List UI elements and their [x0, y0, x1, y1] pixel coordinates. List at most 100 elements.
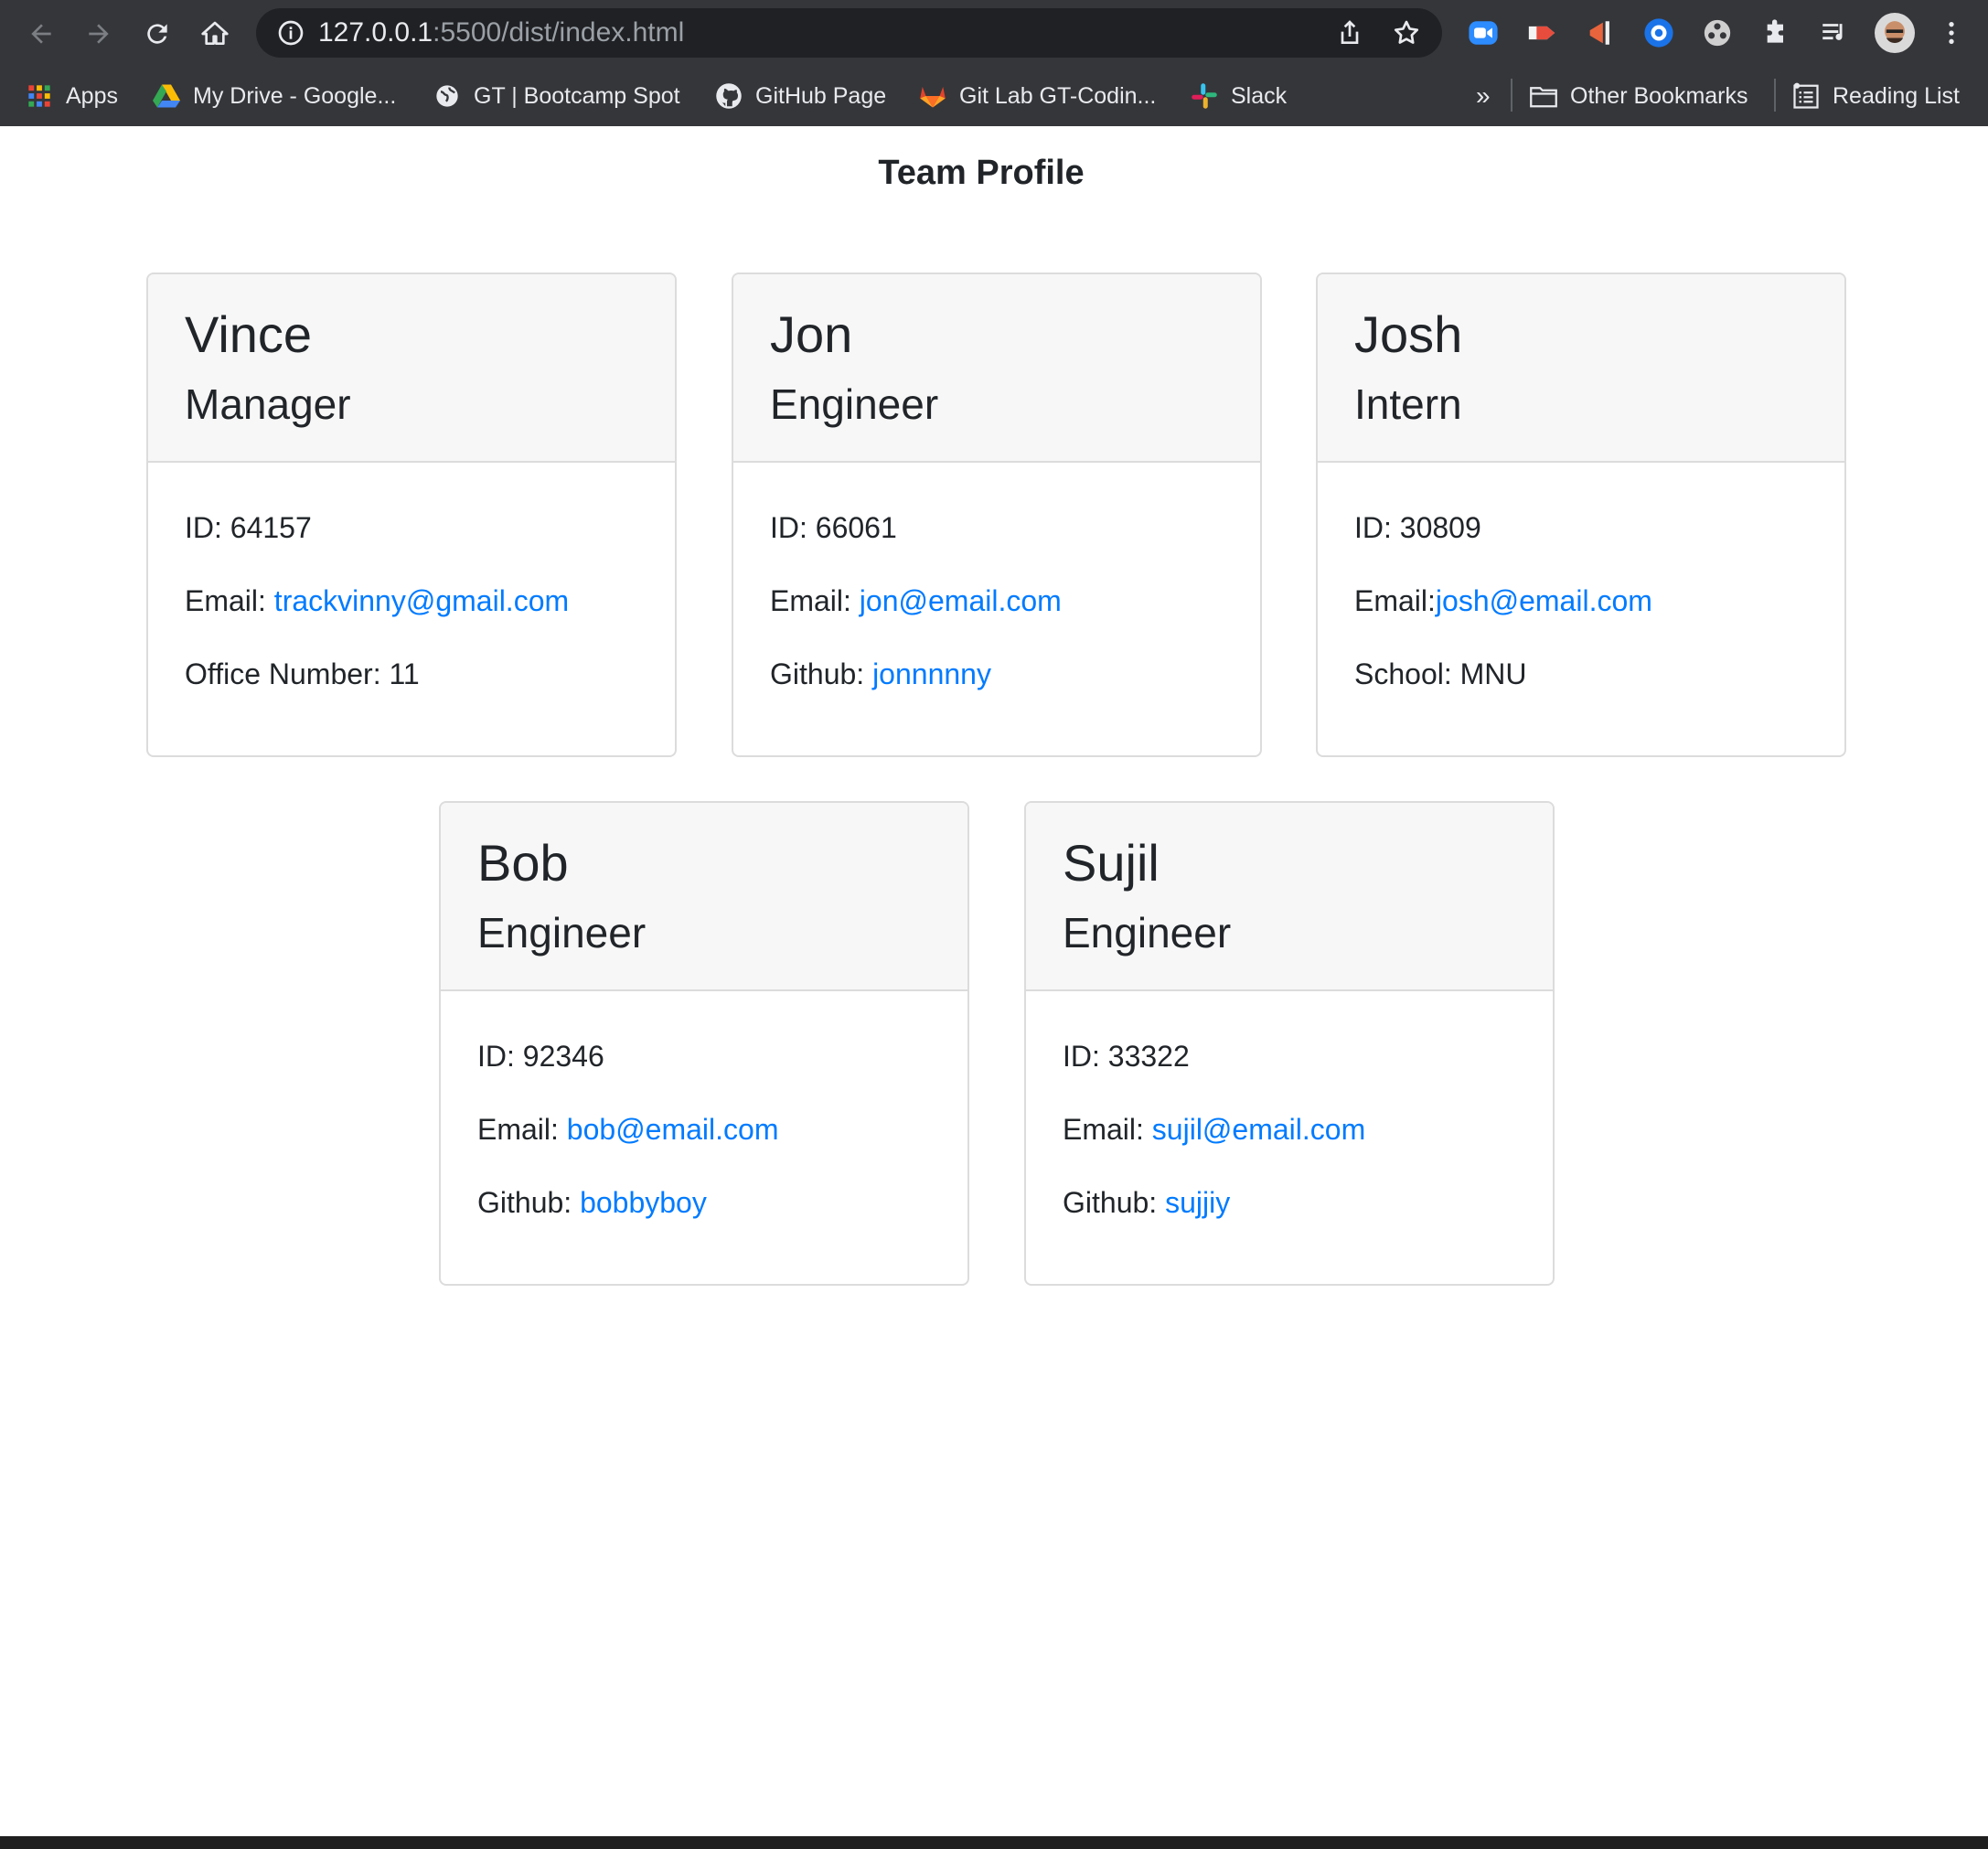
email-label: Email:	[1063, 1113, 1152, 1146]
member-email-row: Email: jon@email.com	[770, 576, 1260, 649]
slack-icon	[1191, 82, 1218, 110]
gitlab-icon	[919, 82, 946, 110]
browser-chrome: 127.0.0.1:5500/dist/index.html Apps My D…	[0, 0, 1988, 126]
screen-recorder-icon[interactable]	[1523, 15, 1560, 51]
email-link[interactable]: jon@email.com	[860, 584, 1062, 617]
bookmark-label: Other Bookmarks	[1570, 82, 1748, 109]
team-member-card: Sujil Engineer ID: 33322 Email: sujil@em…	[1024, 801, 1555, 1286]
bookmark-apps[interactable]: Apps	[26, 75, 118, 117]
bookmark-label: Slack	[1231, 82, 1288, 109]
bookmark-google-drive[interactable]: My Drive - Google...	[153, 75, 396, 117]
member-id: ID: 92346	[477, 1040, 604, 1073]
zoom-extension-icon[interactable]	[1465, 15, 1502, 51]
extension-flag-icon[interactable]	[1582, 15, 1619, 51]
arrow-left-icon	[31, 24, 51, 44]
github-link[interactable]: jonnnnny	[872, 657, 991, 690]
bookmark-github[interactable]: GitHub Page	[715, 75, 886, 117]
arrow-right-icon	[89, 24, 109, 44]
url-host: 127.0.0.1	[318, 17, 433, 48]
reading-list-button[interactable]: Reading List	[1792, 75, 1960, 117]
bookmark-slack[interactable]: Slack	[1191, 75, 1287, 117]
reload-button[interactable]	[134, 11, 180, 57]
member-role: Engineer	[770, 380, 939, 428]
member-name: Vince	[185, 305, 313, 363]
puzzle-extensions-icon[interactable]	[1758, 15, 1794, 51]
bookmark-label: GT | Bootcamp Spot	[474, 82, 680, 109]
email-link[interactable]: sujil@email.com	[1152, 1113, 1365, 1146]
reading-list-icon	[1792, 82, 1820, 110]
member-email-row: Email:josh@email.com	[1354, 576, 1844, 649]
card-header: Jon Engineer	[733, 274, 1260, 463]
email-link[interactable]: trackvinny@gmail.com	[274, 584, 569, 617]
share-icon[interactable]	[1335, 18, 1364, 48]
github-label: Github:	[477, 1186, 581, 1219]
team-member-card: Josh Intern ID: 30809 Email:josh@email.c…	[1316, 273, 1846, 757]
bookmark-gitlab[interactable]: Git Lab GT-Codin...	[919, 75, 1156, 117]
team-member-card: Jon Engineer ID: 66061 Email: jon@email.…	[732, 273, 1262, 757]
star-bookmark-icon[interactable]	[1392, 18, 1421, 48]
bookmark-label: GitHub Page	[755, 82, 887, 109]
card-body: ID: 64157 Email: trackvinny@gmail.com Of…	[148, 463, 675, 722]
member-github-row: Github: sujjiy	[1063, 1178, 1553, 1251]
school: School: MNU	[1354, 657, 1527, 690]
bookmark-bootcamp-spot[interactable]: GT | Bootcamp Spot	[433, 75, 680, 117]
folder-icon	[1530, 82, 1557, 110]
member-id: ID: 66061	[770, 511, 897, 544]
github-link[interactable]: sujjiy	[1165, 1186, 1230, 1219]
member-name: Jon	[770, 305, 853, 363]
bookmark-divider	[1511, 79, 1512, 112]
bookmark-divider	[1774, 79, 1776, 112]
card-body: ID: 92346 Email: bob@email.com Github: b…	[441, 991, 967, 1251]
apps-grid-icon	[26, 82, 53, 110]
email-label: Email:	[477, 1113, 567, 1146]
bookmark-label: My Drive - Google...	[193, 82, 397, 109]
window-bottom-edge	[0, 1836, 1988, 1849]
office-number: Office Number: 11	[185, 657, 420, 690]
card-header: Bob Engineer	[441, 803, 967, 991]
address-bar[interactable]: 127.0.0.1:5500/dist/index.html	[256, 8, 1442, 58]
card-header: Vince Manager	[148, 274, 675, 463]
github-icon	[715, 82, 743, 110]
member-github-row: Github: bobbyboy	[477, 1178, 967, 1251]
google-drive-icon	[153, 82, 180, 110]
browser-toolbar: 127.0.0.1:5500/dist/index.html	[0, 0, 1988, 68]
home-button[interactable]	[192, 11, 238, 57]
email-link[interactable]: josh@email.com	[1436, 584, 1652, 617]
member-role: Intern	[1354, 380, 1462, 428]
bookmark-label: Git Lab GT-Codin...	[959, 82, 1157, 109]
github-label: Github:	[770, 657, 873, 690]
media-queue-icon[interactable]	[1816, 15, 1853, 51]
member-email-row: Email: bob@email.com	[477, 1105, 967, 1178]
info-icon[interactable]	[276, 18, 305, 48]
film-reel-extension-icon[interactable]	[1699, 15, 1736, 51]
page-title: Team Profile	[878, 154, 1085, 192]
email-label: Email:	[1354, 584, 1436, 617]
url-text[interactable]: 127.0.0.1:5500/dist/index.html	[318, 8, 684, 58]
reload-icon	[147, 24, 167, 44]
profile-avatar[interactable]	[1875, 13, 1915, 53]
member-email-row: Email: trackvinny@gmail.com	[185, 576, 675, 649]
email-label: Email:	[770, 584, 860, 617]
bookmark-other-bookmarks[interactable]: Other Bookmarks	[1530, 75, 1748, 117]
bookmark-label: Apps	[66, 82, 118, 109]
circle-extension-icon[interactable]	[1641, 15, 1677, 51]
member-name: Josh	[1354, 305, 1463, 363]
member-role: Engineer	[477, 909, 647, 957]
team-member-card: Bob Engineer ID: 92346 Email: bob@email.…	[439, 801, 969, 1286]
member-id: ID: 64157	[185, 511, 312, 544]
globe-icon	[433, 82, 461, 110]
bookmarks-overflow-button[interactable]: »	[1476, 75, 1491, 117]
email-link[interactable]: bob@email.com	[567, 1113, 779, 1146]
bookmarks-bar: Apps My Drive - Google... GT | Bootcamp …	[0, 68, 1988, 126]
forward-button[interactable]	[76, 11, 122, 57]
bookmark-label: Reading List	[1833, 82, 1960, 109]
url-path: :5500/dist/index.html	[433, 17, 685, 48]
card-header: Sujil Engineer	[1026, 803, 1553, 991]
browser-menu-button[interactable]	[1933, 15, 1970, 51]
back-button[interactable]	[18, 11, 64, 57]
github-link[interactable]: bobbyboy	[580, 1186, 707, 1219]
member-role: Manager	[185, 380, 351, 428]
card-body: ID: 33322 Email: sujil@email.com Github:…	[1026, 991, 1553, 1251]
member-id: ID: 33322	[1063, 1040, 1190, 1073]
member-github-row: Github: jonnnnny	[770, 649, 1260, 722]
